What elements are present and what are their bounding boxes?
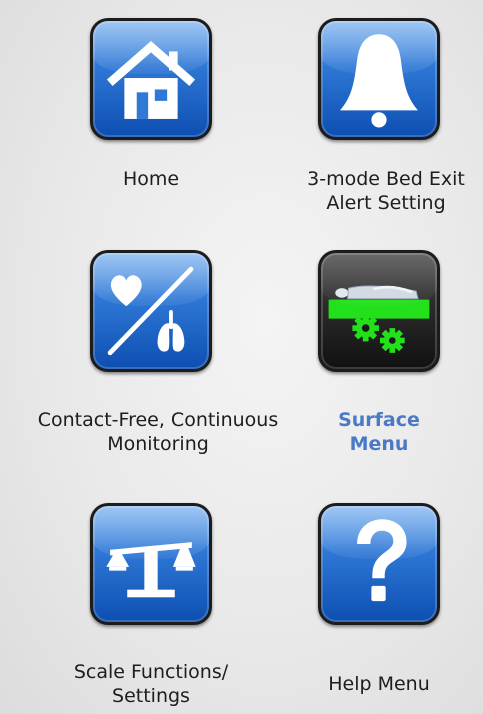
scale-icon <box>106 542 196 598</box>
help-tile[interactable] <box>318 503 440 625</box>
scale-label: Scale Functions/ Settings <box>73 661 229 707</box>
heart-lungs-icon <box>107 266 194 356</box>
bed-exit-label: 3-mode Bed Exit Alert Setting <box>307 168 465 214</box>
home-tile[interactable] <box>90 18 212 140</box>
home-label: Home <box>122 168 180 190</box>
surface-label: Surface Menu <box>338 409 420 455</box>
house-icon <box>106 40 196 119</box>
question-mark-icon <box>357 519 407 602</box>
surface-bed-gears-icon <box>328 285 430 353</box>
bed-exit-tile[interactable] <box>318 18 440 140</box>
scale-tile[interactable] <box>90 503 212 625</box>
surface-tile[interactable] <box>318 250 440 372</box>
monitoring-tile[interactable] <box>90 250 212 372</box>
monitoring-label: Contact-Free, Continuous Monitoring <box>37 409 279 455</box>
bell-icon <box>340 34 418 128</box>
help-label: Help Menu <box>328 673 430 695</box>
